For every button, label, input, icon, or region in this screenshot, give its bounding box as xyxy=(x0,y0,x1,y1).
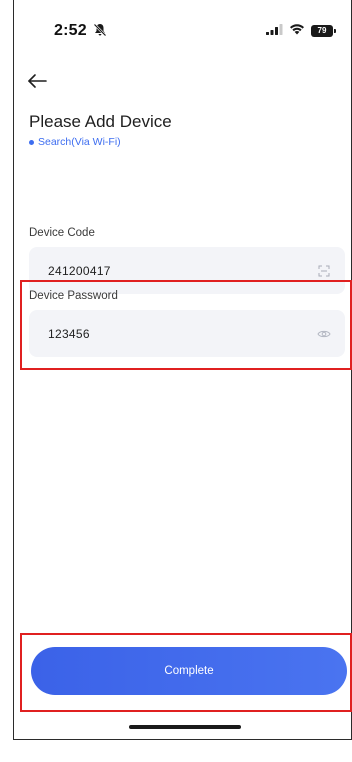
back-button[interactable] xyxy=(26,70,48,92)
battery-icon: 79 xyxy=(311,25,336,37)
device-code-label: Device Code xyxy=(29,227,95,239)
status-time: 2:52 xyxy=(54,22,87,39)
battery-level: 79 xyxy=(317,26,327,35)
status-indicators: 79 xyxy=(266,22,336,40)
back-arrow-icon xyxy=(28,74,47,88)
page-title: Please Add Device xyxy=(29,112,172,131)
complete-button-label: Complete xyxy=(164,665,214,677)
search-mode-option[interactable]: Search(Via Wi-Fi) xyxy=(29,136,121,148)
phone-frame: 2:52 79 Please Add Device Search(Via Wi-… xyxy=(13,0,352,740)
device-code-value[interactable]: 241200417 xyxy=(48,264,111,278)
screen: 2:52 79 Please Add Device Search(Via Wi-… xyxy=(0,0,352,762)
device-password-value[interactable]: 123456 xyxy=(48,327,90,341)
status-bar: 2:52 79 xyxy=(14,0,351,60)
search-mode-label: Search(Via Wi-Fi) xyxy=(38,136,121,148)
bell-muted-icon xyxy=(92,22,108,38)
wifi-icon xyxy=(289,22,305,40)
eye-icon[interactable] xyxy=(317,327,331,341)
device-code-field[interactable]: 241200417 xyxy=(29,247,345,294)
device-password-label: Device Password xyxy=(29,290,118,302)
signal-icon xyxy=(266,22,283,40)
device-password-field[interactable]: 123456 xyxy=(29,310,345,357)
complete-button[interactable]: Complete xyxy=(31,647,347,695)
home-indicator xyxy=(129,725,241,729)
scan-icon[interactable] xyxy=(317,264,331,278)
radio-selected-icon xyxy=(29,139,34,145)
